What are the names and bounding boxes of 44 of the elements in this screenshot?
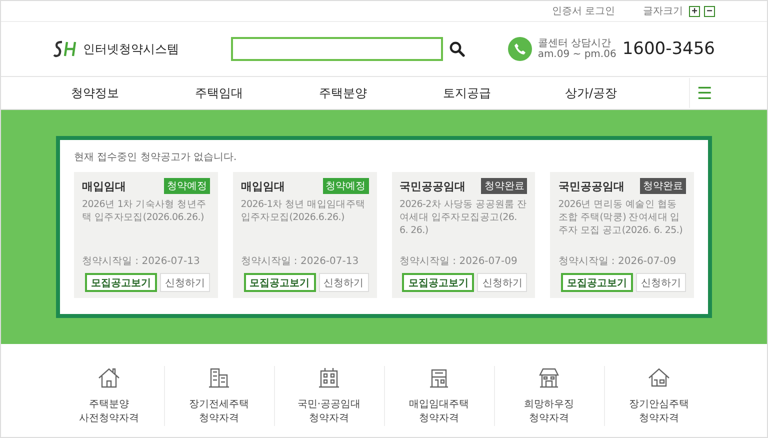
qualification-label[interactable]: 주택분양 사전청약자격 — [79, 398, 139, 426]
card-category: 국민공공임대 — [558, 178, 624, 194]
qualification-label[interactable]: 희망하우징 청약자격 — [524, 398, 574, 426]
apply-button[interactable]: 신청하기 — [636, 273, 686, 292]
qualification-label[interactable]: 매입임대주택 청약자격 — [409, 398, 469, 426]
view-notice-button[interactable]: 모집공고보기 — [402, 273, 474, 292]
nav-item[interactable]: 청약정보 — [33, 84, 157, 102]
nav-item[interactable]: 주택분양 — [281, 84, 405, 102]
notice-message: 현재 접수중인 청약공고가 없습니다. — [74, 151, 238, 164]
logo-text: 인터넷청약시스템 — [83, 40, 179, 58]
status-badge: 청약완료 — [481, 178, 528, 194]
qualification-label[interactable]: 장기전세주택 청약자격 — [189, 398, 249, 426]
status-badge: 청약예정 — [322, 178, 368, 194]
view-notice-button[interactable]: 모집공고보기 — [244, 273, 316, 292]
status-badge: 청약예정 — [164, 178, 210, 194]
status-badge: 청약완료 — [640, 178, 686, 194]
nav-item[interactable]: 상가/공장 — [529, 84, 653, 102]
card-title: 2026-1차 청년 매입임대주택 입주자모집(2026.6.26.) — [240, 198, 366, 224]
nav-item[interactable]: 토지공급 — [405, 84, 529, 102]
view-notice-button[interactable]: 모집공고보기 — [561, 273, 633, 292]
start-date: 청약시작일 : 2026-07-13 — [240, 255, 360, 268]
start-date: 청약시작일 : 2026-07-13 — [82, 255, 201, 268]
card-title: 2026년 1차 기숙사형 청년주택 입주자모집(2026.06.26.) — [82, 198, 208, 224]
card-category: 매입임대 — [82, 178, 126, 194]
font-size-label: 글자크기 — [643, 5, 683, 18]
qualification-label[interactable]: 국민·공공임대 청약자격 — [297, 398, 361, 426]
login-link[interactable]: 인증서 로그인 — [552, 4, 615, 18]
card-title: 2026-2차 사당동 공공원룸 잔여세대 입주자모집공고(26. 6. 26.) — [400, 198, 528, 237]
view-notice-button[interactable]: 모집공고보기 — [84, 273, 157, 292]
font-size-button[interactable]: + — [689, 6, 700, 16]
start-date: 청약시작일 : 2026-07-09 — [400, 255, 518, 268]
start-date: 청약시작일 : 2026-07-09 — [558, 255, 678, 268]
card-title: 2026년 면리동 예술인 협동조합 주택(막쿵) 잔여세대 입주자 모집 공고(2026. 6. 25.) — [558, 198, 684, 237]
phone-number: 1600-3456 — [622, 39, 715, 59]
font-size-button[interactable]: − — [704, 6, 715, 16]
apply-button[interactable]: 신청하기 — [477, 273, 528, 292]
nav-item[interactable]: 주택임대 — [157, 84, 281, 102]
qualification-label[interactable]: 장기안심주택 청약자격 — [629, 398, 689, 426]
apply-button[interactable]: 신청하기 — [318, 273, 368, 292]
card-category: 매입임대 — [240, 178, 285, 194]
call-hours: am.09 ~ pm.06 — [538, 49, 616, 60]
call-center-label: 콜센터 상담시간 — [538, 38, 612, 49]
card-category: 국민공공임대 — [400, 178, 466, 194]
apply-button[interactable]: 신청하기 — [160, 273, 210, 292]
